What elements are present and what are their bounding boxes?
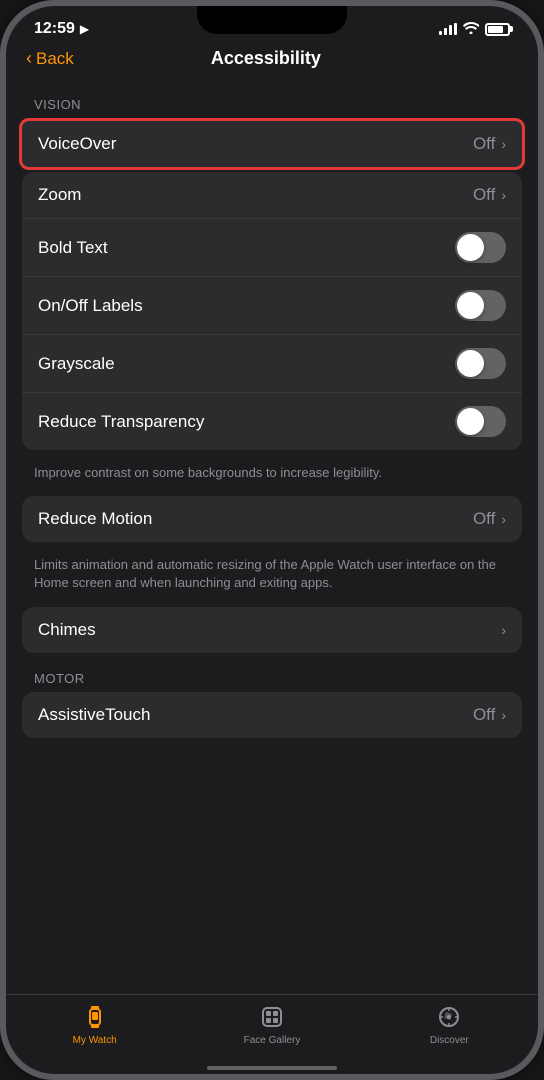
status-time: 12:59: [34, 20, 75, 38]
bold-text-toggle[interactable]: [455, 232, 506, 263]
assistive-touch-label: AssistiveTouch: [38, 705, 473, 725]
location-icon: ▶: [80, 22, 89, 36]
tab-discover[interactable]: Discover: [361, 1003, 538, 1046]
home-indicator: [6, 1066, 538, 1074]
home-bar: [207, 1066, 337, 1070]
bold-text-row[interactable]: Bold Text: [22, 219, 522, 277]
voiceover-chevron-icon: ›: [501, 136, 506, 152]
transparency-description: Improve contrast on some backgrounds to …: [22, 458, 522, 496]
back-button[interactable]: ‹ Back: [26, 48, 74, 69]
reduce-motion-group: Reduce Motion Off ›: [22, 496, 522, 542]
voiceover-value: Off: [473, 134, 495, 154]
signal-icon: [439, 23, 457, 35]
assistive-touch-row[interactable]: AssistiveTouch Off ›: [22, 692, 522, 738]
motor-section-header: MOTOR: [22, 661, 522, 692]
chimes-label: Chimes: [38, 620, 501, 640]
face-gallery-icon: [258, 1003, 286, 1031]
tab-my-watch[interactable]: My Watch: [6, 1003, 183, 1046]
reduce-transparency-toggle[interactable]: [455, 406, 506, 437]
bold-text-toggle-thumb: [457, 234, 484, 261]
reduce-motion-label: Reduce Motion: [38, 509, 473, 529]
discover-icon: [435, 1003, 463, 1031]
zoom-chevron-icon: ›: [501, 187, 506, 203]
grayscale-label: Grayscale: [38, 354, 455, 374]
reduce-transparency-label: Reduce Transparency: [38, 412, 455, 432]
zoom-value: Off: [473, 185, 495, 205]
face-gallery-tab-label: Face Gallery: [244, 1035, 301, 1046]
tab-face-gallery[interactable]: Face Gallery: [183, 1003, 360, 1046]
my-watch-tab-label: My Watch: [73, 1035, 117, 1046]
onoff-labels-row[interactable]: On/Off Labels: [22, 277, 522, 335]
main-content: VISION VoiceOver Off › Zoom Off › Bold T…: [6, 79, 538, 994]
zoom-label: Zoom: [38, 185, 473, 205]
wifi-icon: [463, 22, 479, 37]
grayscale-toggle[interactable]: [455, 348, 506, 379]
notch: [197, 6, 347, 34]
onoff-labels-label: On/Off Labels: [38, 296, 455, 316]
nav-bar: ‹ Back Accessibility: [6, 44, 538, 79]
motor-settings-group: AssistiveTouch Off ›: [22, 692, 522, 738]
phone-inner: 12:59 ▶: [6, 6, 538, 1074]
page-title: Accessibility: [74, 48, 458, 69]
voiceover-row[interactable]: VoiceOver Off ›: [19, 118, 525, 170]
bold-text-label: Bold Text: [38, 238, 455, 258]
onoff-labels-toggle[interactable]: [455, 290, 506, 321]
reduce-motion-chevron-icon: ›: [501, 511, 506, 527]
reduce-motion-description: Limits animation and automatic resizing …: [22, 550, 522, 606]
status-icons: [439, 22, 510, 37]
grayscale-toggle-thumb: [457, 350, 484, 377]
back-label: Back: [36, 49, 74, 69]
reduce-transparency-row[interactable]: Reduce Transparency: [22, 393, 522, 450]
onoff-labels-toggle-thumb: [457, 292, 484, 319]
discover-tab-label: Discover: [430, 1035, 469, 1046]
tab-bar: My Watch Face Gallery: [6, 994, 538, 1066]
zoom-row[interactable]: Zoom Off ›: [22, 172, 522, 219]
assistive-touch-value: Off: [473, 705, 495, 725]
grayscale-row[interactable]: Grayscale: [22, 335, 522, 393]
voiceover-label: VoiceOver: [38, 134, 473, 154]
my-watch-icon: [81, 1003, 109, 1031]
battery-icon: [485, 23, 510, 36]
assistive-touch-chevron-icon: ›: [501, 707, 506, 723]
chimes-group: Chimes ›: [22, 607, 522, 653]
phone-frame: 12:59 ▶: [0, 0, 544, 1080]
vision-section-header: VISION: [22, 87, 522, 118]
back-chevron-icon: ‹: [26, 48, 32, 69]
reduce-motion-value: Off: [473, 509, 495, 529]
reduce-motion-row[interactable]: Reduce Motion Off ›: [22, 496, 522, 542]
chimes-chevron-icon: ›: [501, 622, 506, 638]
vision-settings-group: Zoom Off › Bold Text On/Off Labels: [22, 172, 522, 450]
chimes-row[interactable]: Chimes ›: [22, 607, 522, 653]
reduce-transparency-toggle-thumb: [457, 408, 484, 435]
